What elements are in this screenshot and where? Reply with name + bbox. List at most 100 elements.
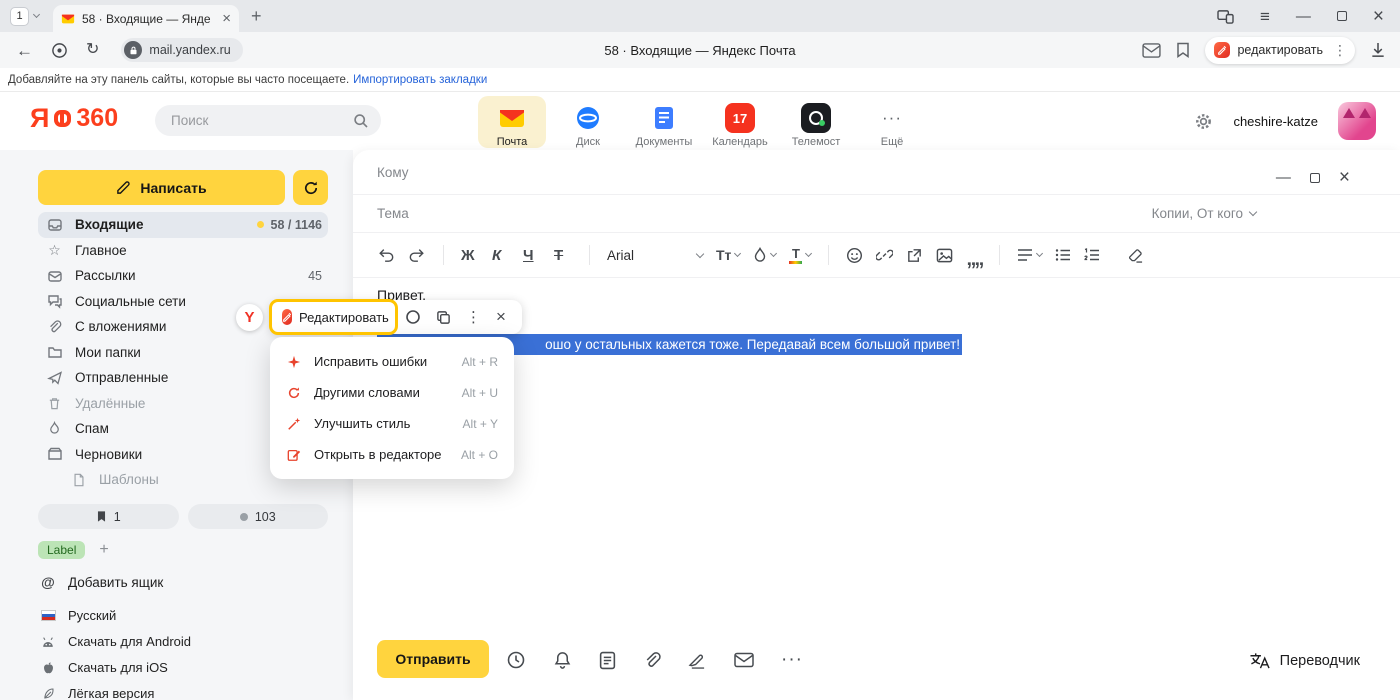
ios-download-link[interactable]: Скачать для iOS	[40, 660, 191, 675]
compose-close-button[interactable]: ×	[1339, 168, 1350, 187]
download-icon[interactable]	[1370, 42, 1386, 59]
anchor-link-button[interactable]	[906, 247, 923, 264]
send-button[interactable]: Отправить	[377, 640, 489, 678]
dot-filter-button[interactable]: 103	[188, 504, 329, 529]
chip-more-icon[interactable]: ⋮	[1330, 42, 1347, 59]
menu-item-open-editor[interactable]: Открыть в редакторе Alt + O	[270, 439, 514, 470]
chevron-down-icon	[805, 250, 812, 257]
font-size-select[interactable]: Тт	[716, 247, 740, 263]
app-telemost[interactable]: Телемост	[782, 96, 850, 148]
app-mail[interactable]: Почта	[478, 96, 546, 148]
search-placeholder: Поиск	[171, 113, 353, 128]
italic-button[interactable]: К	[492, 247, 510, 264]
neuro-badge[interactable]: Y	[236, 304, 263, 331]
folder-label: Спам	[75, 421, 256, 436]
translator-button[interactable]: Переводчик	[1249, 651, 1360, 670]
window-minimize-button[interactable]: —	[1296, 9, 1311, 24]
numbered-list-button[interactable]	[1084, 248, 1100, 262]
insert-image-button[interactable]	[936, 247, 953, 264]
menu-icon[interactable]: ≡	[1260, 8, 1270, 25]
compose-expand-button[interactable]	[1310, 173, 1320, 183]
attach-file-icon[interactable]	[643, 651, 661, 669]
neuro-edit-chip[interactable]: редактировать ⋮	[1205, 37, 1355, 64]
tab-title: 58 · Входящие — Янде	[82, 12, 215, 26]
lock-icon[interactable]	[124, 41, 142, 59]
new-tab-button[interactable]: +	[251, 7, 262, 25]
survey-icon[interactable]	[599, 651, 616, 670]
folder-priority[interactable]: ☆ Главное	[38, 238, 328, 264]
highlight-color-button[interactable]	[753, 247, 776, 263]
assistant-circle-icon[interactable]	[405, 309, 421, 325]
add-mailbox-label: Добавить ящик	[68, 575, 163, 590]
font-family-select[interactable]: Arial	[607, 248, 703, 263]
browser-tab[interactable]: 58 · Входящие — Янде ×	[53, 5, 239, 32]
add-label-button[interactable]: +	[99, 542, 108, 558]
import-bookmarks-link[interactable]: Импортировать закладки	[353, 74, 487, 86]
redo-button[interactable]	[408, 247, 426, 263]
add-mailbox-button[interactable]: @ Добавить ящик	[40, 574, 163, 590]
label-tag[interactable]: Label	[38, 541, 85, 559]
align-button[interactable]	[1017, 248, 1042, 262]
ai-more-icon[interactable]: ⋮	[466, 308, 481, 326]
underline-button[interactable]: Ч	[523, 247, 541, 264]
account-username[interactable]: cheshire-katze	[1233, 114, 1318, 129]
sync-button[interactable]	[293, 170, 328, 205]
link-button[interactable]	[876, 247, 893, 264]
cc-from-label: Копии, От кого	[1152, 206, 1243, 221]
menu-item-fix-errors[interactable]: Исправить ошибки Alt + R	[270, 346, 514, 377]
reminder-bell-icon[interactable]	[553, 650, 572, 670]
compose-button[interactable]: Написать	[38, 170, 285, 205]
menu-item-improve-style[interactable]: Улучшить стиль Alt + Y	[270, 408, 514, 439]
address-bar: ← ↻ mail.yandex.ru 58 · Входящие — Яндек…	[0, 32, 1400, 68]
undo-button[interactable]	[377, 247, 395, 263]
folder-inbox[interactable]: Входящие 58 / 1146	[38, 212, 328, 238]
more-options-icon[interactable]: ···	[781, 654, 803, 665]
avatar[interactable]	[1338, 102, 1376, 140]
bullet-list-button[interactable]	[1055, 248, 1071, 262]
pinned-filter-button[interactable]: 1	[38, 504, 179, 529]
signature-pen-icon[interactable]	[688, 652, 707, 669]
ai-close-icon[interactable]: ×	[496, 307, 506, 327]
app-docs[interactable]: Документы	[630, 96, 698, 148]
folder-newsletters[interactable]: Рассылки 45	[38, 263, 328, 289]
bold-button[interactable]: Ж	[461, 247, 479, 264]
bookmark-icon[interactable]	[1176, 42, 1190, 58]
url-field[interactable]: mail.yandex.ru	[121, 38, 242, 62]
schedule-send-icon[interactable]	[506, 650, 526, 670]
text-color-button[interactable]: Т	[789, 247, 811, 264]
menu-item-label: Другими словами	[314, 385, 420, 400]
yandex-360-logo[interactable]: Я 360	[30, 105, 118, 132]
clear-format-button[interactable]	[1127, 247, 1144, 263]
window-close-button[interactable]: ×	[1373, 7, 1384, 26]
protect-icon[interactable]	[51, 42, 68, 59]
compose-minimize-button[interactable]: —	[1276, 170, 1291, 185]
light-version-link[interactable]: Лёгкая версия	[40, 686, 191, 700]
back-button[interactable]: ←	[16, 42, 33, 59]
subject-field[interactable]: Тема Копии, От кого	[353, 195, 1400, 233]
ai-edit-button[interactable]: Редактировать	[278, 309, 390, 325]
menu-item-rephrase[interactable]: Другими словами Alt + U	[270, 377, 514, 408]
tab-group-button[interactable]: 1	[10, 7, 39, 26]
to-field[interactable]: Кому	[353, 150, 1400, 195]
search-input[interactable]: Поиск	[155, 105, 381, 136]
copy-icon[interactable]	[436, 310, 451, 325]
language-link[interactable]: Русский	[40, 608, 191, 623]
devices-icon[interactable]	[1217, 9, 1234, 24]
emoji-button[interactable]	[846, 247, 863, 264]
app-more[interactable]: ··· Ещё	[858, 96, 926, 148]
mail-panel-icon[interactable]	[1142, 43, 1161, 58]
quote-button[interactable]: „„	[966, 247, 982, 263]
apple-icon	[40, 661, 56, 675]
logo-o-icon	[54, 110, 71, 127]
folder-count: 45	[308, 269, 322, 283]
window-maximize-button[interactable]	[1337, 11, 1347, 21]
app-disk[interactable]: Диск	[554, 96, 622, 148]
envelope-icon[interactable]	[734, 652, 754, 668]
android-download-link[interactable]: Скачать для Android	[40, 634, 191, 649]
settings-gear-icon[interactable]	[1194, 112, 1213, 131]
cc-from-toggle[interactable]: Копии, От кого	[1152, 206, 1256, 221]
tab-close-icon[interactable]: ×	[222, 11, 231, 26]
refresh-button[interactable]: ↻	[86, 42, 99, 58]
app-calendar[interactable]: 17 Календарь	[706, 96, 774, 148]
strikethrough-button[interactable]: Т	[554, 247, 572, 264]
